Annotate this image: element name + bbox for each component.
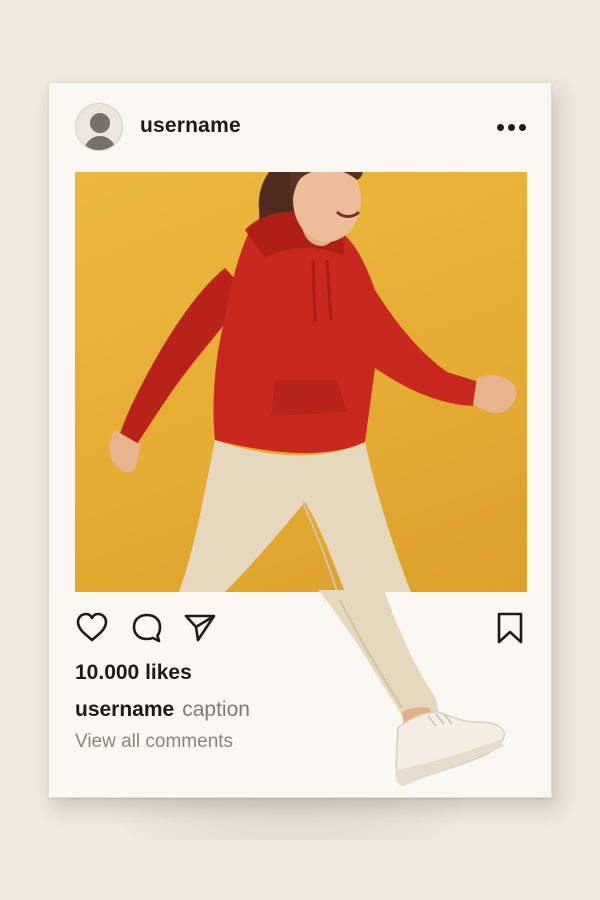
- avatar-body: [84, 136, 116, 150]
- post-photo[interactable]: [75, 172, 527, 592]
- user-avatar-icon[interactable]: [75, 103, 123, 151]
- bookmark-icon[interactable]: [493, 611, 527, 645]
- more-dot: [507, 123, 515, 131]
- send-paper-plane-icon[interactable]: [183, 611, 217, 645]
- comment-bubble-icon[interactable]: [130, 611, 164, 645]
- caption-line: username caption: [75, 698, 250, 722]
- more-dot: [518, 123, 526, 131]
- avatar-head: [90, 113, 110, 133]
- more-dot: [496, 123, 504, 131]
- more-options-icon[interactable]: [495, 117, 527, 137]
- caption-username[interactable]: username: [75, 698, 174, 721]
- post-username[interactable]: username: [140, 114, 241, 138]
- heart-icon[interactable]: [75, 611, 109, 645]
- likes-count[interactable]: 10.000 likes: [75, 661, 192, 685]
- caption-text: caption: [182, 698, 250, 721]
- view-all-comments-link[interactable]: View all comments: [75, 731, 233, 753]
- action-bar: [75, 611, 527, 645]
- post-photo-illustration: [109, 172, 517, 592]
- post-card: username 10.000 likes username caption V…: [48, 82, 552, 798]
- post-header: username: [49, 83, 551, 171]
